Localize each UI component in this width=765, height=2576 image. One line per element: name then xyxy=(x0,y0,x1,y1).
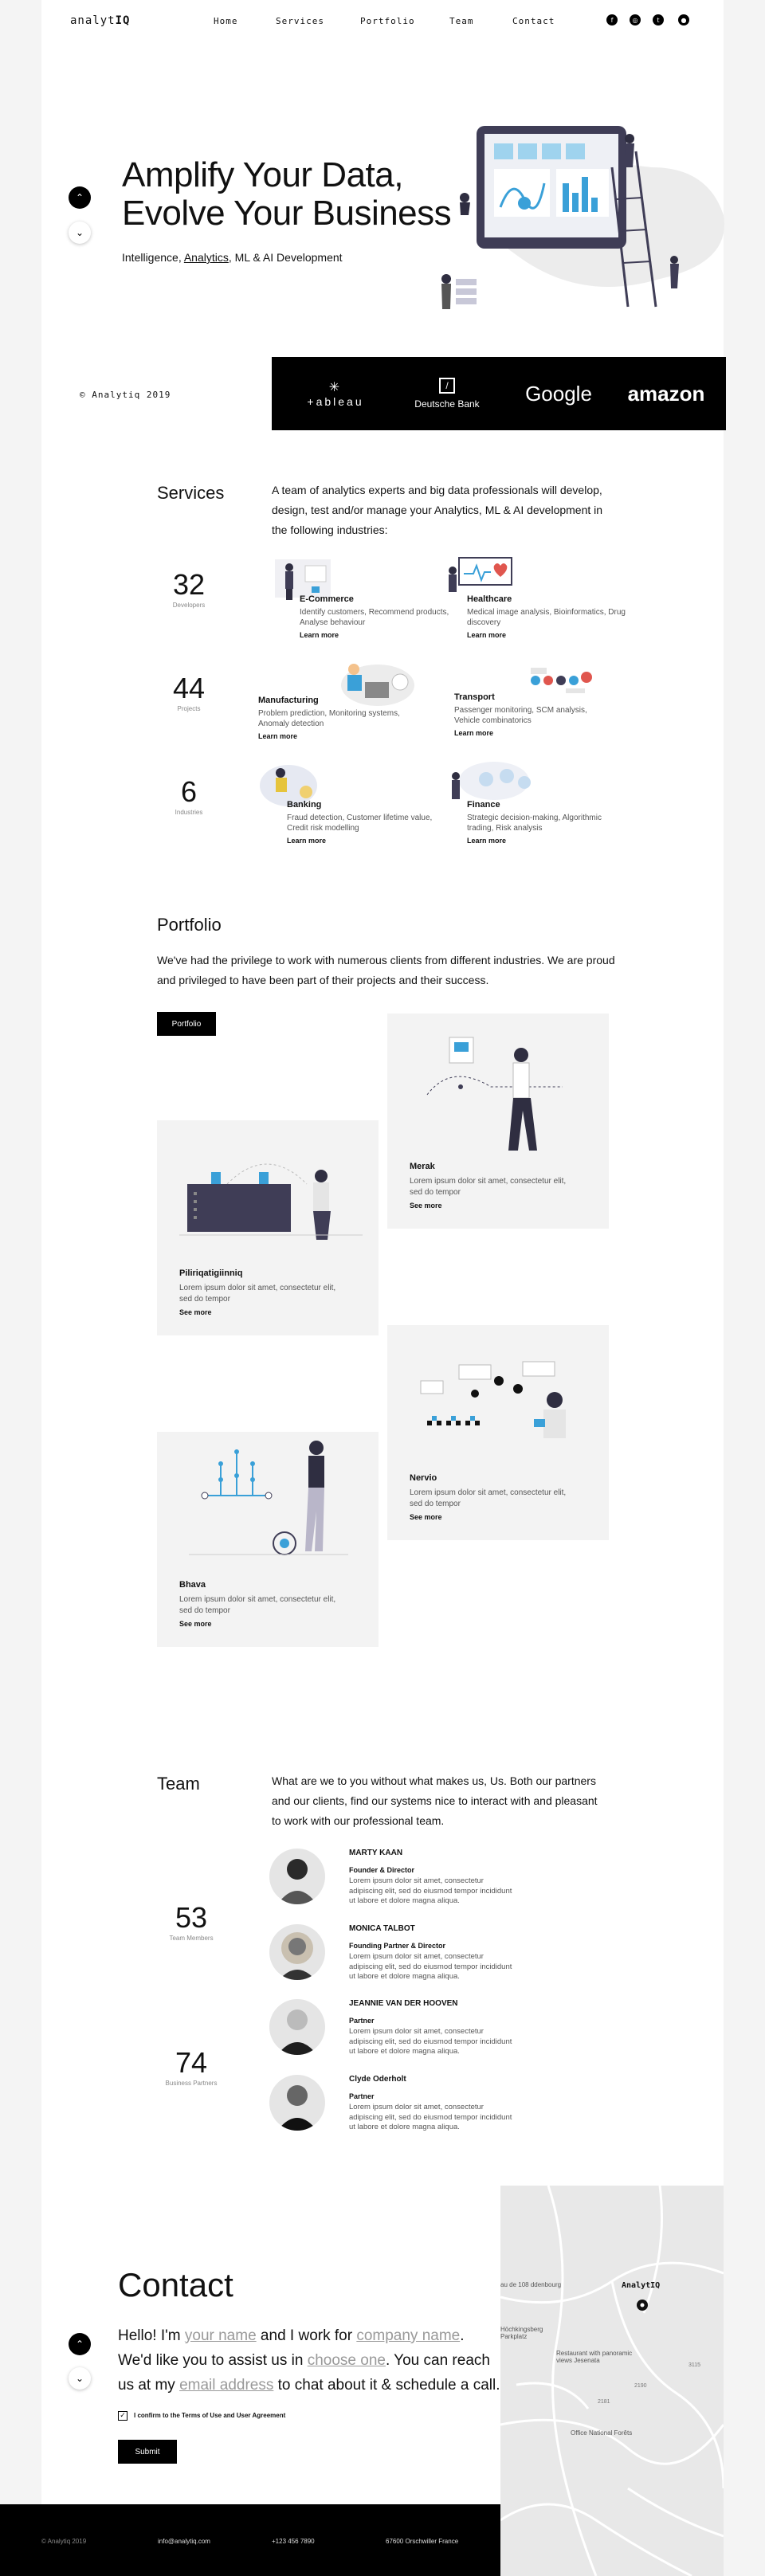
hero-illustration xyxy=(441,126,724,309)
contact-title: Contact xyxy=(118,2266,233,2304)
amazon-logo: amazon xyxy=(627,381,705,406)
stat-projects: 44 Projects xyxy=(172,672,206,713)
map-label: Restaurant with panoramic views Jesenata xyxy=(556,2350,633,2364)
service-finance: Finance Strategic decision-making, Algori… xyxy=(467,800,626,845)
nervio-illustration xyxy=(420,1361,566,1438)
google-logo: Google xyxy=(525,381,592,406)
footer-copyright: © Analytiq 2019 xyxy=(41,2538,87,2545)
footer-address: 67600 Orschwiller France xyxy=(386,2538,459,2545)
analytics-link[interactable]: Analytics xyxy=(184,251,229,264)
portfolio-card-bhava[interactable]: Bhava Lorem ipsum dolor sit amet, consec… xyxy=(157,1432,379,1647)
service-transport: Transport Passenger monitoring, SCM analy… xyxy=(454,692,614,737)
location-map[interactable]: AnalytIQ au de 108 ddenbourg Höchkingsbe… xyxy=(500,2186,724,2576)
portfolio-card-merak[interactable]: Merak Lorem ipsum dolor sit amet, consec… xyxy=(387,1014,609,1229)
service-select[interactable]: choose one xyxy=(308,2352,386,2369)
map-label: au de 108 ddenbourg xyxy=(500,2281,562,2288)
footer: © Analytiq 2019 info@analytiq.com +123 4… xyxy=(0,2504,500,2576)
name-input[interactable]: your name xyxy=(185,2327,257,2344)
team-title: Team xyxy=(157,1774,200,1794)
scroll-down-button[interactable]: ⌄ xyxy=(69,222,91,244)
scroll-up-button[interactable]: ⌃ xyxy=(69,2333,91,2355)
nervio-see-more[interactable]: See more xyxy=(410,1513,442,1521)
avatar xyxy=(269,2075,325,2131)
portfolio-card-piliriqatigiinniq[interactable]: Piliriqatigiinniq Lorem ipsum dolor sit … xyxy=(157,1120,379,1335)
hero-title: Amplify Your Data, Evolve Your Business xyxy=(122,155,452,233)
service-manufacturing: Manufacturing Problem prediction, Monitor… xyxy=(258,696,418,740)
submit-button[interactable]: Submit xyxy=(118,2440,177,2464)
services-intro: A team of analytics experts and big data… xyxy=(272,484,603,536)
transport-illustration xyxy=(531,668,592,693)
map-marker-label: AnalytIQ xyxy=(622,2281,661,2290)
email-input[interactable]: email address xyxy=(179,2377,273,2394)
instagram-icon[interactable]: ◎ xyxy=(630,14,641,25)
scroll-up-button[interactable]: ⌃ xyxy=(69,186,91,209)
nav-portfolio[interactable]: Portfolio xyxy=(360,16,415,26)
portfolio-button[interactable]: Portfolio xyxy=(157,1012,216,1036)
service-ecommerce: E-Commerce Identify customers, Recommend … xyxy=(300,594,459,639)
piliriqatigiinniq-see-more[interactable]: See more xyxy=(179,1308,212,1316)
bhava-see-more[interactable]: See more xyxy=(179,1620,212,1628)
bhava-illustration xyxy=(189,1441,348,1555)
client-logos-bar: ✳ +ableau / Deutsche Bank Google amazon xyxy=(272,357,726,430)
avatar xyxy=(269,1849,325,1904)
logo[interactable]: analytIQ xyxy=(70,14,130,27)
scroll-down-button[interactable]: ⌄ xyxy=(69,2367,91,2390)
contact-form-sentence: Hello! I'm your name and I work for comp… xyxy=(118,2327,500,2394)
tableau-logo: ✳ +ableau xyxy=(307,381,364,408)
portfolio-title: Portfolio xyxy=(157,915,222,935)
banking-learn-more[interactable]: Learn more xyxy=(287,837,446,845)
healthcare-learn-more[interactable]: Learn more xyxy=(467,631,626,639)
hero-copyright: © Analytiq 2019 xyxy=(80,390,171,400)
twitter-icon[interactable]: t xyxy=(653,14,664,25)
map-label: 2190 xyxy=(634,2383,647,2389)
avatar xyxy=(269,1999,325,2055)
manufacturing-learn-more[interactable]: Learn more xyxy=(258,732,418,740)
nav-services[interactable]: Services xyxy=(276,16,324,26)
finance-learn-more[interactable]: Learn more xyxy=(467,837,626,845)
terms-checkbox[interactable]: ✓ xyxy=(118,2411,128,2421)
team-member-clyde-oderholt: Clyde Oderholt Partner Lorem ipsum dolor s… xyxy=(269,2075,540,2139)
nav-contact[interactable]: Contact xyxy=(512,16,555,26)
services-title: Services xyxy=(157,483,225,503)
nav-home[interactable]: Home xyxy=(214,16,238,26)
footer-phone[interactable]: +123 456 7890 xyxy=(272,2538,315,2545)
hero-subtitle: Intelligence, Analytics, ML & AI Develop… xyxy=(122,251,343,264)
stat-industries: 6 Industries xyxy=(175,775,203,817)
stat-business-partners: 74 Business Partners xyxy=(165,2046,218,2088)
piliriqatigiinniq-illustration xyxy=(179,1163,363,1240)
team-member-marty-kaan: MARTY KAAN Founder & Director Lorem ipsum … xyxy=(269,1849,540,1912)
map-roads xyxy=(500,2186,724,2576)
github-icon[interactable]: ● xyxy=(678,14,689,25)
portfolio-intro: We've had the privilege to work with num… xyxy=(157,954,615,986)
map-label: Höchkingsberg Parkplatz xyxy=(500,2326,543,2340)
merak-see-more[interactable]: See more xyxy=(410,1202,442,1210)
avatar xyxy=(269,1924,325,1980)
portfolio-card-nervio[interactable]: Nervio Lorem ipsum dolor sit amet, conse… xyxy=(387,1325,609,1540)
terms-label: I confirm to the Terms of Use and User A… xyxy=(134,2412,286,2419)
team-member-jeannie-van-der-hooven: JEANNIE VAN DER HOOVEN Partner Lorem ipsum… xyxy=(269,1999,540,2063)
service-healthcare: Healthcare Medical image analysis, Bioinf… xyxy=(467,594,626,639)
team-member-monica-talbot: MONICA TALBOT Founding Partner & Director… xyxy=(269,1924,540,1988)
stat-team-members: 53 Team Members xyxy=(169,1901,214,1943)
map-label: 3115 xyxy=(688,2362,701,2368)
company-input[interactable]: company name xyxy=(356,2327,460,2344)
footer-email[interactable]: info@analytiq.com xyxy=(158,2538,210,2545)
map-label: Office National Forêts xyxy=(571,2429,633,2437)
facebook-icon[interactable]: f xyxy=(606,14,618,25)
deutsche-bank-logo: / Deutsche Bank xyxy=(399,357,495,430)
ecommerce-learn-more[interactable]: Learn more xyxy=(300,631,459,639)
nav-team[interactable]: Team xyxy=(449,16,474,26)
stat-developers: 32 Developers xyxy=(172,568,206,610)
merak-illustration xyxy=(426,1037,563,1151)
team-intro: What are we to you without what makes us… xyxy=(272,1774,598,1827)
transport-learn-more[interactable]: Learn more xyxy=(454,729,614,737)
map-label: 2181 xyxy=(598,2399,610,2405)
service-banking: Banking Fraud detection, Customer lifetim… xyxy=(287,800,446,845)
